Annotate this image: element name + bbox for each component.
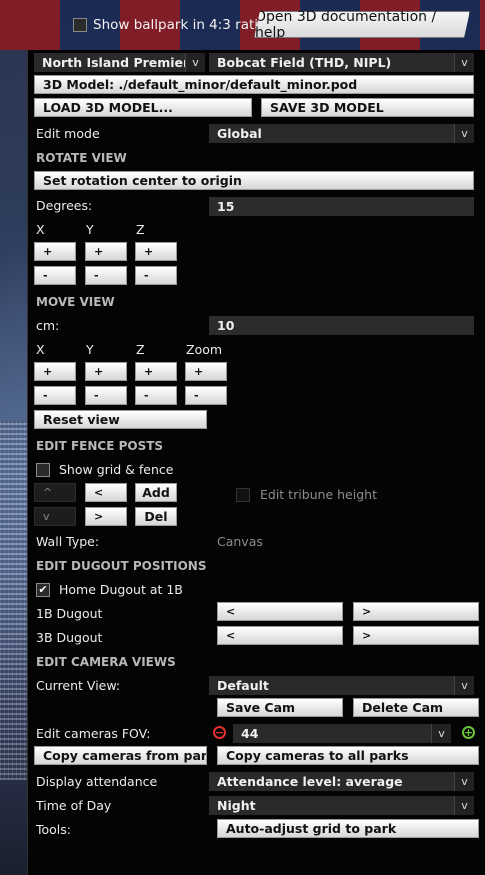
rotate-view-heading: ROTATE VIEW [36, 151, 127, 165]
fov-decrease-icon[interactable]: − [213, 726, 226, 739]
top-bar: Show ballpark in 4:3 ratio Open 3D docum… [0, 0, 485, 50]
rotate-x-label: X [36, 222, 45, 237]
fence-prev-button[interactable]: < [85, 483, 127, 502]
current-view-value: Default [217, 678, 269, 693]
save-cam-button[interactable]: Save Cam [217, 698, 343, 717]
degrees-label: Degrees: [36, 198, 93, 213]
edit-mode-value: Global [217, 126, 262, 141]
attendance-value: Attendance level: average [217, 774, 403, 789]
time-of-day-value: Night [217, 798, 256, 813]
rotate-y-minus-button[interactable]: - [85, 266, 127, 285]
fence-add-button[interactable]: Add [135, 483, 177, 502]
current-view-label: Current View: [36, 678, 121, 693]
fence-next-button[interactable]: > [85, 507, 127, 526]
rotate-x-plus-button[interactable]: + [34, 242, 76, 261]
chevron-down-icon: v [454, 124, 474, 143]
attendance-dropdown[interactable]: Attendance level: average v [209, 772, 474, 791]
move-z-minus-button[interactable]: - [135, 386, 177, 405]
auto-adjust-grid-button[interactable]: Auto-adjust grid to park [217, 819, 479, 838]
model-path-button[interactable]: 3D Model: ./default_minor/default_minor.… [34, 75, 474, 94]
current-view-dropdown[interactable]: Default v [209, 676, 474, 695]
show-grid-checkbox[interactable] [36, 462, 50, 477]
wall-type-label: Wall Type: [36, 534, 100, 549]
home-dugout-label: Home Dugout at 1B [59, 582, 183, 597]
home-dugout-checkbox[interactable]: ✔ [36, 582, 50, 597]
camera-views-heading: EDIT CAMERA VIEWS [36, 655, 176, 669]
tribune-height-checkbox[interactable] [236, 487, 250, 502]
chevron-down-icon: v [454, 796, 474, 815]
edit-mode-dropdown[interactable]: Global v [209, 124, 474, 143]
park-dropdown[interactable]: Bobcat Field (THD, NIPL) v [209, 53, 474, 72]
cm-input[interactable]: 10 [209, 316, 474, 335]
editor-panel: North Island Premier Le v Bobcat Field (… [27, 50, 485, 875]
open-documentation-button[interactable]: Open 3D documentation / help [254, 11, 470, 38]
load-model-button[interactable]: LOAD 3D MODEL... [34, 98, 252, 117]
zoom-plus-button[interactable]: + [185, 362, 227, 381]
ballpark-ratio-checkbox[interactable] [73, 18, 87, 32]
move-y-plus-button[interactable]: + [85, 362, 127, 381]
fov-dropdown[interactable]: 44 v [233, 724, 451, 743]
dugout-3b-prev-button[interactable]: < [217, 626, 343, 645]
ballpark-ratio-label: Show ballpark in 4:3 ratio [93, 17, 267, 33]
dugout-3b-next-button[interactable]: > [353, 626, 479, 645]
chevron-down-icon: v [454, 53, 474, 72]
rotate-z-minus-button[interactable]: - [135, 266, 177, 285]
league-dropdown[interactable]: North Island Premier Le v [34, 53, 205, 72]
cm-label: cm: [36, 318, 60, 333]
zoom-minus-button[interactable]: - [185, 386, 227, 405]
tribune-height-toggle[interactable]: Edit tribune height [236, 487, 377, 502]
delete-cam-button[interactable]: Delete Cam [353, 698, 479, 717]
rotation-center-button[interactable]: Set rotation center to origin [34, 171, 474, 190]
reset-view-button[interactable]: Reset view [34, 410, 207, 429]
move-x-plus-button[interactable]: + [34, 362, 76, 381]
dugout-1b-prev-button[interactable]: < [217, 602, 343, 621]
rotate-x-minus-button[interactable]: - [34, 266, 76, 285]
move-view-heading: MOVE VIEW [36, 295, 115, 309]
time-of-day-label: Time of Day [36, 798, 112, 813]
chevron-down-icon: v [431, 724, 451, 743]
move-z-plus-button[interactable]: + [135, 362, 177, 381]
fov-increase-icon[interactable]: + [462, 726, 475, 739]
chevron-down-icon: v [185, 53, 205, 72]
copy-cameras-to-all-button[interactable]: Copy cameras to all parks [217, 746, 479, 765]
degrees-input[interactable]: 15 [209, 197, 474, 216]
fence-down-button[interactable]: v [34, 507, 76, 526]
fence-up-button[interactable]: ^ [34, 483, 76, 502]
move-y-minus-button[interactable]: - [85, 386, 127, 405]
dugout-1b-next-button[interactable]: > [353, 602, 479, 621]
chevron-down-icon: v [454, 772, 474, 791]
show-grid-label: Show grid & fence [59, 462, 174, 477]
dugout-3b-label: 3B Dugout [36, 630, 103, 645]
move-y-label: Y [86, 342, 94, 357]
fence-posts-heading: EDIT FENCE POSTS [36, 439, 164, 453]
fov-label: Edit cameras FOV: [36, 726, 151, 741]
fov-value: 44 [241, 726, 259, 741]
save-model-button[interactable]: SAVE 3D MODEL [261, 98, 474, 117]
dugout-heading: EDIT DUGOUT POSITIONS [36, 559, 207, 573]
rotate-y-plus-button[interactable]: + [85, 242, 127, 261]
attendance-label: Display attendance [36, 774, 158, 789]
ballpark-ratio-toggle[interactable]: Show ballpark in 4:3 ratio [73, 16, 266, 34]
show-grid-toggle[interactable]: Show grid & fence [36, 462, 173, 477]
copy-cameras-from-park-button[interactable]: Copy cameras from park [34, 746, 207, 765]
time-of-day-dropdown[interactable]: Night v [209, 796, 474, 815]
edit-mode-label: Edit mode [36, 126, 100, 141]
chevron-down-icon: v [454, 676, 474, 695]
tribune-height-label: Edit tribune height [260, 487, 377, 502]
home-dugout-toggle[interactable]: ✔ Home Dugout at 1B [36, 582, 183, 597]
move-zoom-label: Zoom [186, 342, 223, 357]
rotate-z-label: Z [136, 222, 145, 237]
fence-del-button[interactable]: Del [135, 507, 177, 526]
move-z-label: Z [136, 342, 145, 357]
rotate-y-label: Y [86, 222, 94, 237]
move-x-label: X [36, 342, 45, 357]
dugout-1b-label: 1B Dugout [36, 606, 103, 621]
wall-type-value: Canvas [217, 534, 263, 549]
rotate-z-plus-button[interactable]: + [135, 242, 177, 261]
move-x-minus-button[interactable]: - [34, 386, 76, 405]
tools-label: Tools: [36, 822, 72, 837]
park-value: Bobcat Field (THD, NIPL) [217, 55, 392, 70]
league-value: North Island Premier Le [42, 55, 205, 70]
